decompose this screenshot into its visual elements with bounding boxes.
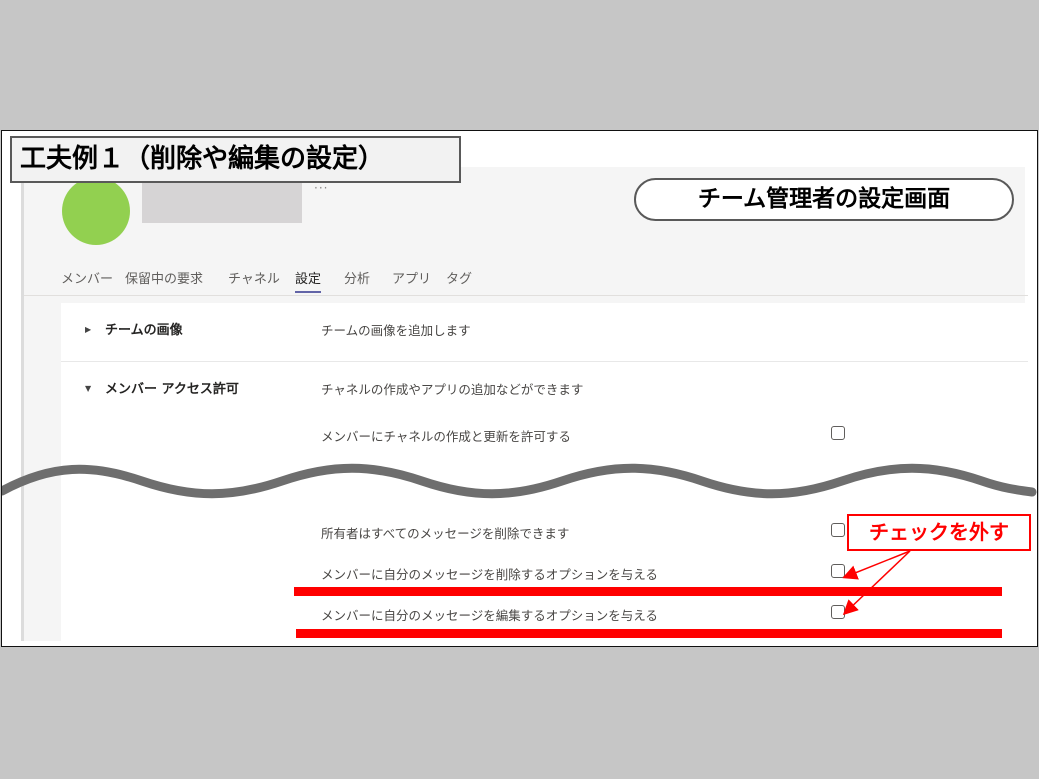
option-label-member-edit: メンバーに自分のメッセージを編集するオプションを与える (321, 608, 658, 623)
tab-tags[interactable]: タグ (446, 268, 472, 287)
option-label-member-delete: メンバーに自分のメッセージを削除するオプションを与える (321, 567, 658, 582)
tab-apps[interactable]: アプリ (392, 268, 431, 287)
uncheck-callout: チェックを外す (847, 514, 1031, 551)
tab-pending-requests[interactable]: 保留中の要求 (125, 268, 203, 287)
highlight-bar-delete (294, 587, 1002, 596)
screen-label: チーム管理者の設定画面 (634, 178, 1014, 221)
section-desc-member-access: チャネルの作成やアプリの追加などができます (321, 382, 584, 397)
option-label-owner-delete: 所有者はすべてのメッセージを削除できます (321, 526, 570, 541)
caret-down-icon[interactable]: ▼ (85, 384, 91, 393)
slide-title: 工夫例１（削除や編集の設定） (10, 136, 461, 183)
tab-bar-divider (24, 295, 1028, 296)
omission-wave (2, 463, 1037, 499)
section-title-team-image[interactable]: チームの画像 (105, 319, 183, 338)
tab-settings[interactable]: 設定 (295, 268, 322, 293)
checkbox-create-channels[interactable] (831, 426, 845, 440)
tab-analytics[interactable]: 分析 (344, 268, 370, 287)
slide: ··· メンバー 保留中の要求 チャネル 設定 分析 アプリ タグ ▶ チームの… (1, 130, 1038, 647)
tab-members[interactable]: メンバー (61, 268, 113, 287)
option-label-create-channels: メンバーにチャネルの作成と更新を許可する (321, 429, 571, 444)
team-avatar (62, 177, 130, 245)
more-options-icon[interactable]: ··· (314, 181, 328, 195)
checkbox-member-edit[interactable] (831, 605, 845, 619)
section-desc-team-image: チームの画像を追加します (321, 323, 471, 338)
team-name-redacted (142, 182, 302, 223)
section-divider (61, 361, 1028, 362)
teams-settings-screenshot: ··· メンバー 保留中の要求 チャネル 設定 分析 アプリ タグ ▶ チームの… (21, 167, 1028, 641)
highlight-bar-edit (296, 629, 1002, 638)
caret-right-icon[interactable]: ▶ (85, 325, 91, 334)
tab-channels[interactable]: チャネル (228, 268, 280, 287)
checkbox-member-delete[interactable] (831, 564, 845, 578)
checkbox-owner-delete[interactable] (831, 523, 845, 537)
section-title-member-access[interactable]: メンバー アクセス許可 (105, 378, 239, 397)
